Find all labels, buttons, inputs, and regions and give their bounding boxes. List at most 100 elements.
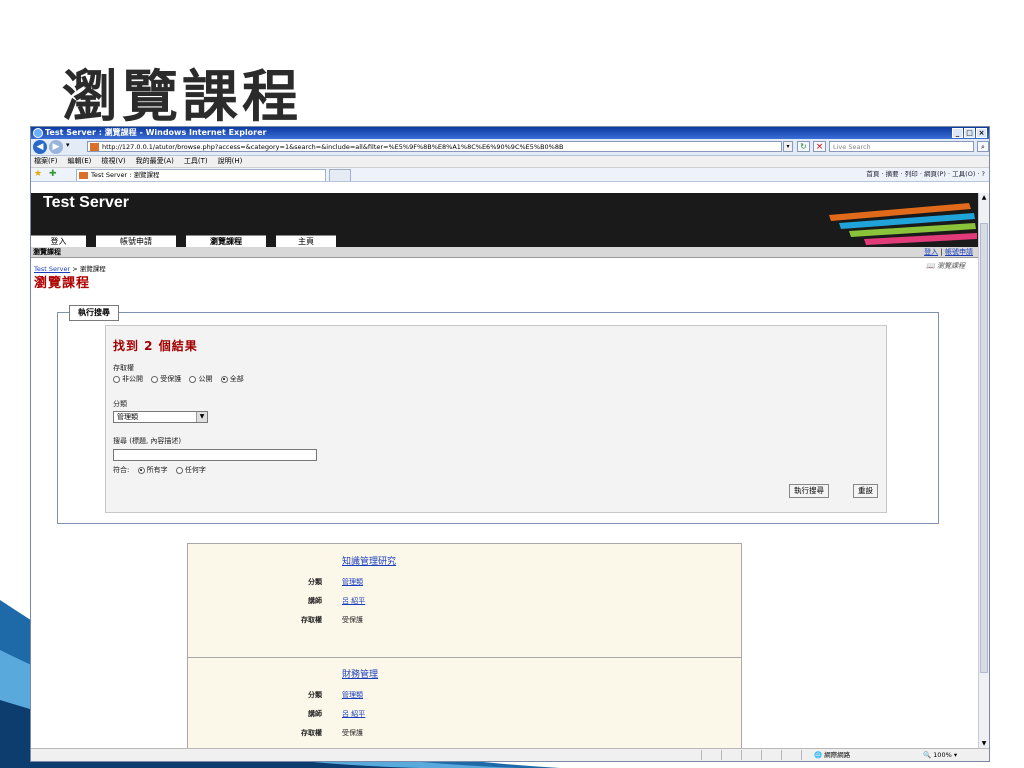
category-link[interactable]: 管理類: [342, 577, 363, 587]
browse-courses-link[interactable]: 📖 瀏覽課程: [926, 261, 965, 271]
search-input[interactable]: [113, 449, 317, 461]
result-count: 找到 2 個結果: [113, 339, 198, 353]
zoom-level[interactable]: 🔍 100% ▾: [923, 749, 957, 761]
access-protected-label: 受保護: [160, 375, 182, 383]
favorites-star-icon[interactable]: ★: [34, 168, 42, 181]
instructor-link[interactable]: 呂 紹平: [342, 709, 365, 719]
category-label: 分類: [113, 400, 127, 408]
category-field-label: 分類: [308, 578, 322, 586]
url-dropdown-icon[interactable]: ▾: [783, 141, 793, 152]
search-icon[interactable]: ⌕: [977, 141, 989, 152]
tab-label: Test Server : 瀏覽課程: [91, 171, 160, 179]
nav-home[interactable]: 主頁: [276, 235, 336, 247]
status-bar: 🌐 網際網路 🔍 100% ▾: [31, 748, 989, 761]
match-any-radio[interactable]: [175, 466, 183, 474]
course-title-link[interactable]: 知識管理研究: [342, 554, 396, 567]
live-search-input[interactable]: Live Search: [829, 141, 974, 152]
tab-bar: ★ ✚ Test Server : 瀏覽課程 首頁 · 摘要 · 列印 · 網頁…: [31, 168, 989, 182]
register-link[interactable]: 帳號申請: [945, 248, 973, 256]
access-radio-group: 非公開 受保護 公開 全部: [113, 374, 250, 384]
chevron-down-icon: ▼: [196, 412, 207, 422]
scroll-thumb[interactable]: [980, 223, 988, 673]
browser-tab[interactable]: Test Server : 瀏覽課程: [76, 169, 326, 181]
browse-courses-link-text: 瀏覽課程: [937, 262, 965, 270]
login-link[interactable]: 登入: [924, 248, 938, 256]
menu-view[interactable]: 檢視(V): [101, 156, 125, 167]
nav-register[interactable]: 帳號申請: [96, 235, 176, 247]
link-separator: |: [940, 248, 943, 256]
access-value: 受保護: [342, 729, 363, 737]
match-all-label: 所有字: [146, 466, 168, 474]
category-select[interactable]: 管理類 ▼: [113, 411, 208, 423]
site-header: Test Server 登入 帳號申請 瀏覽課程 主頁: [31, 193, 979, 247]
site-name: Test Server: [43, 194, 129, 211]
site-favicon-icon: [90, 143, 99, 151]
security-zone: 🌐 網際網路: [814, 749, 850, 761]
zoom-value: 100%: [933, 751, 952, 759]
submit-search-button[interactable]: 執行搜尋: [789, 484, 829, 498]
access-all-radio[interactable]: [220, 375, 228, 383]
browser-window: Test Server : 瀏覽課程 - Windows Internet Ex…: [30, 126, 990, 762]
match-radio-group: 符合: 所有字 任何字: [113, 465, 212, 475]
minimize-button[interactable]: _: [952, 128, 963, 138]
access-field-label: 存取權: [301, 616, 322, 624]
menu-edit[interactable]: 編輯(E): [68, 156, 92, 167]
back-arrow-icon[interactable]: ◀: [33, 140, 47, 154]
history-dropdown-icon[interactable]: ▾: [66, 141, 70, 149]
match-any-label: 任何字: [184, 466, 206, 474]
menu-file[interactable]: 檔案(F): [34, 156, 58, 167]
address-bar: ◀ ▶ ▾ http://127.0.0.1/atutor/browse.php…: [31, 139, 989, 156]
forward-arrow-icon[interactable]: ▶: [49, 140, 63, 154]
result-divider: [188, 657, 741, 658]
instructor-field-label: 講師: [308, 710, 322, 718]
menu-bar: 檔案(F) 編輯(E) 檢視(V) 我的最愛(A) 工具(T) 說明(H): [31, 156, 989, 168]
new-tab-button[interactable]: [329, 169, 351, 181]
window-title: Test Server : 瀏覽課程 - Windows Internet Ex…: [45, 128, 267, 137]
access-field-label: 存取權: [301, 729, 322, 737]
access-public-radio[interactable]: [189, 375, 197, 383]
category-link[interactable]: 管理類: [342, 690, 363, 700]
nav-login[interactable]: 登入: [31, 235, 86, 247]
refresh-icon[interactable]: ↻: [797, 141, 810, 152]
search-form-panel: [105, 325, 887, 513]
command-bar[interactable]: 首頁 · 摘要 · 列印 · 網頁(P) · 工具(O) · ?: [866, 168, 985, 181]
match-all-radio[interactable]: [137, 466, 145, 474]
zoom-icon: 🔍: [923, 751, 932, 759]
search-legend: 執行搜尋: [69, 305, 119, 321]
reset-button[interactable]: 重設: [853, 484, 878, 498]
category-select-value: 管理類: [117, 413, 138, 421]
access-value: 受保護: [342, 616, 363, 624]
access-private-label: 非公開: [122, 375, 143, 383]
results-list: 知識管理研究 分類 管理類 講師 呂 紹平 存取權 受保護 財務管理 分類 管理…: [187, 543, 742, 749]
instructor-field-label: 講師: [308, 597, 322, 605]
scroll-up-icon[interactable]: ▲: [979, 193, 989, 203]
add-favorite-icon[interactable]: ✚: [49, 168, 57, 181]
menu-help[interactable]: 說明(H): [218, 156, 243, 167]
book-icon: 📖: [926, 262, 935, 270]
nav-browse-courses[interactable]: 瀏覽課程: [186, 235, 266, 247]
ie-logo-icon: [33, 128, 43, 138]
menu-tools[interactable]: 工具(T): [184, 156, 208, 167]
stop-icon[interactable]: ×: [813, 141, 826, 152]
window-titlebar: Test Server : 瀏覽課程 - Windows Internet Ex…: [31, 127, 989, 139]
access-public-label: 公開: [198, 375, 213, 383]
slide-title: 瀏覽課程: [62, 65, 302, 130]
maximize-button[interactable]: □: [964, 128, 975, 138]
pencils-logo-icon: [829, 203, 977, 245]
page-title: 瀏覽課程: [34, 276, 91, 291]
access-private-radio[interactable]: [113, 375, 120, 383]
access-label: 存取權: [113, 364, 134, 372]
tab-favicon-icon: [79, 172, 88, 179]
site-nav: 登入 帳號申請 瀏覽課程 主頁: [31, 235, 346, 247]
instructor-link[interactable]: 呂 紹平: [342, 596, 365, 606]
zone-label: 網際網路: [824, 751, 851, 759]
match-label: 符合:: [113, 466, 130, 474]
vertical-scrollbar[interactable]: ▲ ▼: [978, 193, 989, 749]
course-title-link[interactable]: 財務管理: [342, 667, 378, 680]
close-button[interactable]: ×: [976, 128, 987, 138]
menu-favorites[interactable]: 我的最愛(A): [136, 156, 174, 167]
category-field-label: 分類: [308, 691, 322, 699]
page-content: Test Server 登入 帳號申請 瀏覽課程 主頁 瀏覽課程 登入 | 帳號…: [31, 193, 979, 749]
url-input[interactable]: http://127.0.0.1/atutor/browse.php?acces…: [87, 141, 782, 152]
access-protected-radio[interactable]: [151, 375, 159, 383]
